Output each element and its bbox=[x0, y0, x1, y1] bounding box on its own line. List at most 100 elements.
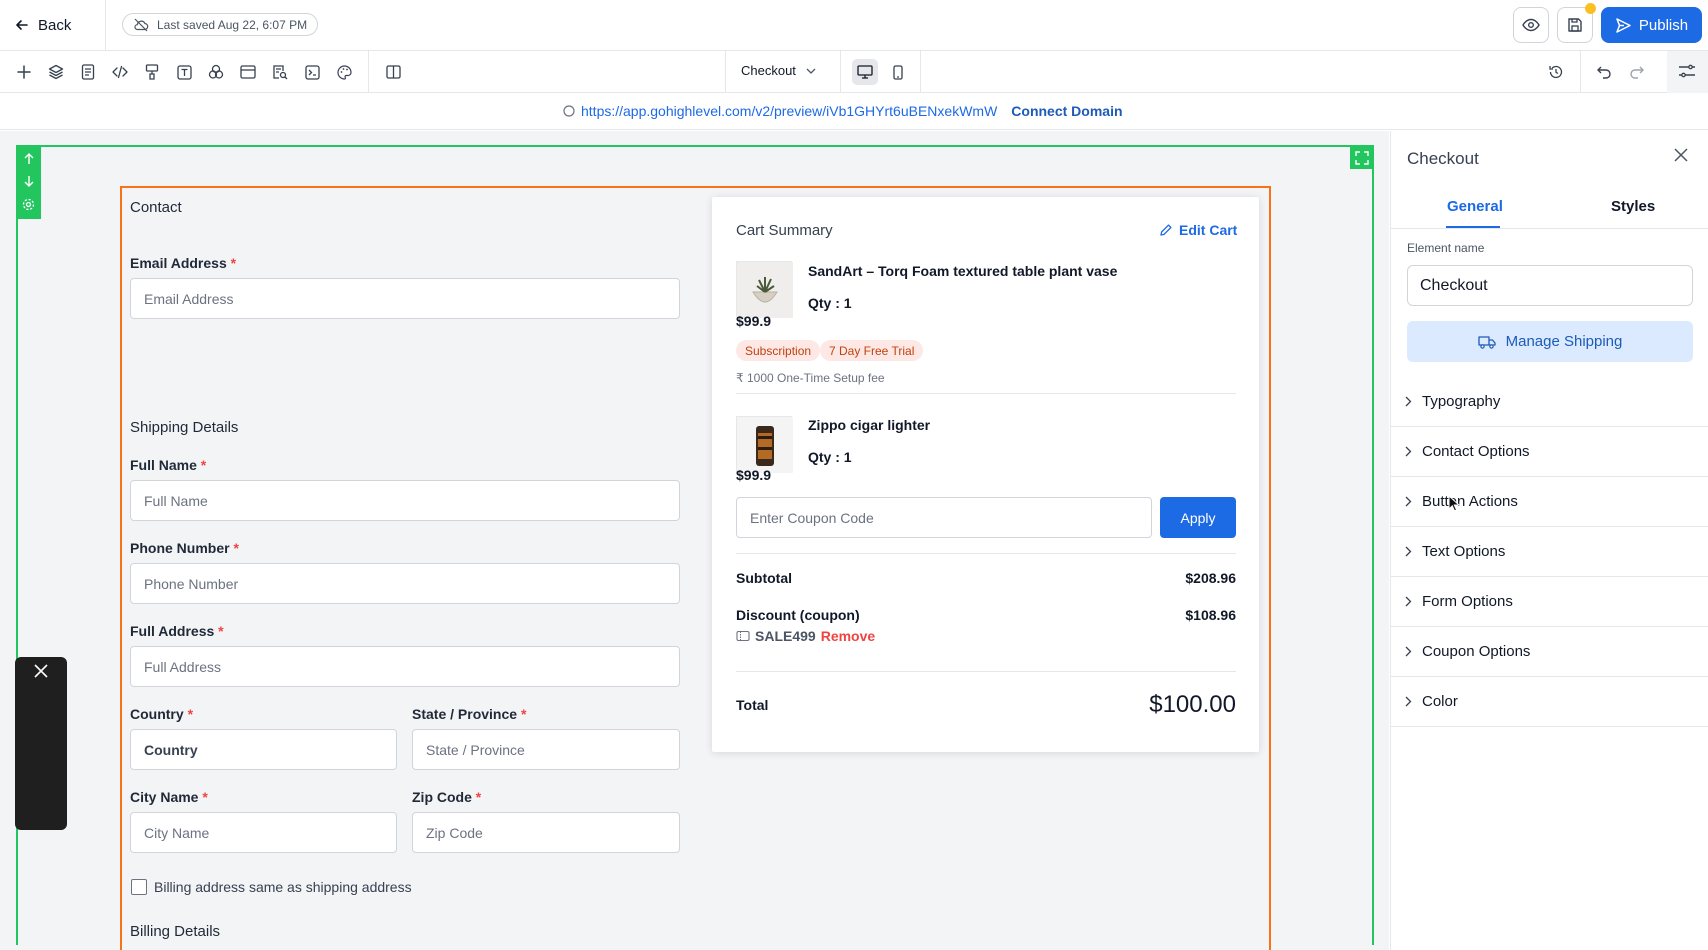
contact-title: Contact bbox=[130, 199, 182, 216]
total-value: $100.00 bbox=[1149, 691, 1236, 718]
redo-icon[interactable] bbox=[1625, 61, 1647, 83]
expand-icon[interactable] bbox=[1350, 147, 1374, 169]
page-selector[interactable]: Checkout bbox=[741, 63, 816, 78]
phone-input[interactable]: Phone Number bbox=[130, 563, 680, 604]
saved-text: Last saved Aug 22, 6:07 PM bbox=[157, 17, 308, 32]
element-name-label: Element name bbox=[1407, 241, 1485, 255]
layout-icon[interactable] bbox=[237, 61, 259, 83]
apply-coupon-button[interactable]: Apply bbox=[1160, 497, 1236, 538]
undo-icon[interactable] bbox=[1593, 61, 1615, 83]
paint-icon[interactable] bbox=[141, 61, 163, 83]
product-image bbox=[736, 261, 793, 318]
columns-icon[interactable] bbox=[382, 61, 404, 83]
discount-value: $108.96 bbox=[1185, 607, 1236, 623]
pencil-icon bbox=[1159, 223, 1173, 237]
panel-tabs: General Styles bbox=[1391, 184, 1708, 229]
edit-cart-link[interactable]: Edit Cart bbox=[1159, 222, 1237, 238]
section-toolbar bbox=[16, 145, 41, 219]
accordion-text-options[interactable]: Text Options bbox=[1391, 527, 1708, 577]
divider bbox=[736, 671, 1236, 672]
coupon-input[interactable]: Enter Coupon Code bbox=[736, 497, 1152, 538]
subscription-badge: Subscription bbox=[736, 340, 821, 361]
history-icon[interactable] bbox=[1545, 61, 1567, 83]
accordion-label: Text Options bbox=[1422, 543, 1506, 560]
palette-icon[interactable] bbox=[333, 61, 355, 83]
product-name: SandArt – Torq Foam textured table plant… bbox=[808, 263, 1118, 279]
close-icon[interactable] bbox=[1673, 147, 1689, 163]
page-selector-value: Checkout bbox=[741, 63, 796, 78]
zip-label: Zip Code * bbox=[412, 789, 482, 805]
desktop-view-button[interactable] bbox=[852, 59, 878, 85]
pages-icon[interactable] bbox=[77, 61, 99, 83]
arrow-left-icon bbox=[14, 17, 30, 33]
coupon-code: SALE499 bbox=[755, 628, 816, 644]
divider bbox=[736, 393, 1236, 394]
shapes-icon[interactable] bbox=[205, 61, 227, 83]
accordion-typography[interactable]: Typography bbox=[1391, 377, 1708, 427]
product-price: $99.9 bbox=[736, 467, 772, 483]
floppy-icon bbox=[1567, 17, 1583, 33]
preview-url-link[interactable]: https://app.gohighlevel.com/v2/preview/i… bbox=[581, 103, 997, 119]
city-label: City Name * bbox=[130, 789, 208, 805]
tab-general[interactable]: General bbox=[1447, 198, 1503, 215]
divider bbox=[105, 0, 106, 51]
address-input[interactable]: Full Address bbox=[130, 646, 680, 687]
url-row: https://app.gohighlevel.com/v2/preview/i… bbox=[563, 103, 1123, 119]
arrow-up-icon[interactable] bbox=[24, 153, 34, 165]
product-price: $99.9 bbox=[736, 313, 772, 329]
city-input[interactable]: City Name bbox=[130, 812, 397, 853]
monitor-icon bbox=[857, 65, 873, 79]
back-button[interactable]: Back bbox=[14, 14, 71, 36]
discount-label: Discount (coupon) bbox=[736, 607, 860, 623]
text-icon[interactable] bbox=[173, 61, 195, 83]
product-qty: Qty : 1 bbox=[808, 295, 852, 311]
manage-shipping-label: Manage Shipping bbox=[1505, 333, 1623, 350]
product-qty: Qty : 1 bbox=[808, 449, 852, 465]
tab-styles[interactable]: Styles bbox=[1611, 198, 1655, 215]
cart-summary-card: Cart Summary Edit Cart SandArt – Torq Fo… bbox=[712, 197, 1259, 752]
remove-coupon-link[interactable]: Remove bbox=[821, 628, 875, 644]
publish-button[interactable]: Publish bbox=[1601, 7, 1702, 43]
terminal-icon[interactable] bbox=[301, 61, 323, 83]
mobile-view-icon[interactable] bbox=[887, 61, 909, 83]
sliders-icon bbox=[1678, 63, 1696, 79]
accordion-button-actions[interactable]: Button Actions bbox=[1391, 477, 1708, 527]
billing-same-label: Billing address same as shipping address bbox=[154, 879, 412, 895]
chevron-right-icon bbox=[1405, 396, 1412, 407]
preview-button[interactable] bbox=[1513, 7, 1549, 43]
email-label: Email Address * bbox=[130, 255, 237, 271]
globe-icon bbox=[563, 105, 575, 117]
element-name-input[interactable]: Checkout bbox=[1407, 265, 1693, 306]
connect-domain-link[interactable]: Connect Domain bbox=[1011, 103, 1122, 119]
divider bbox=[1580, 51, 1581, 93]
fullname-label: Full Name * bbox=[130, 457, 207, 473]
country-select[interactable]: Country bbox=[130, 729, 397, 770]
add-icon[interactable] bbox=[13, 61, 35, 83]
divider bbox=[725, 51, 726, 93]
gear-icon[interactable] bbox=[22, 198, 35, 211]
email-input[interactable]: Email Address bbox=[130, 278, 680, 319]
fullname-input[interactable]: Full Name bbox=[130, 480, 680, 521]
accordion-form-options[interactable]: Form Options bbox=[1391, 577, 1708, 627]
shipping-title: Shipping Details bbox=[130, 419, 239, 436]
settings-toggle[interactable] bbox=[1667, 51, 1708, 93]
close-icon[interactable] bbox=[32, 662, 50, 680]
accordion-label: Typography bbox=[1422, 393, 1501, 410]
zip-input[interactable]: Zip Code bbox=[412, 812, 680, 853]
manage-shipping-button[interactable]: Manage Shipping bbox=[1407, 321, 1693, 362]
arrow-down-icon[interactable] bbox=[24, 175, 34, 188]
active-tab-indicator bbox=[1446, 226, 1500, 228]
divider bbox=[368, 51, 369, 93]
send-icon bbox=[1615, 17, 1632, 34]
code-icon[interactable] bbox=[109, 61, 131, 83]
eye-icon bbox=[1522, 18, 1540, 32]
publish-label: Publish bbox=[1638, 16, 1689, 34]
accordion-contact-options[interactable]: Contact Options bbox=[1391, 427, 1708, 477]
billing-same-checkbox[interactable] bbox=[131, 879, 147, 895]
accordion-color[interactable]: Color bbox=[1391, 677, 1708, 727]
accordion-coupon-options[interactable]: Coupon Options bbox=[1391, 627, 1708, 677]
state-input[interactable]: State / Province bbox=[412, 729, 680, 770]
layers-icon[interactable] bbox=[45, 61, 67, 83]
search-doc-icon[interactable] bbox=[269, 61, 291, 83]
truck-icon bbox=[1477, 335, 1496, 349]
